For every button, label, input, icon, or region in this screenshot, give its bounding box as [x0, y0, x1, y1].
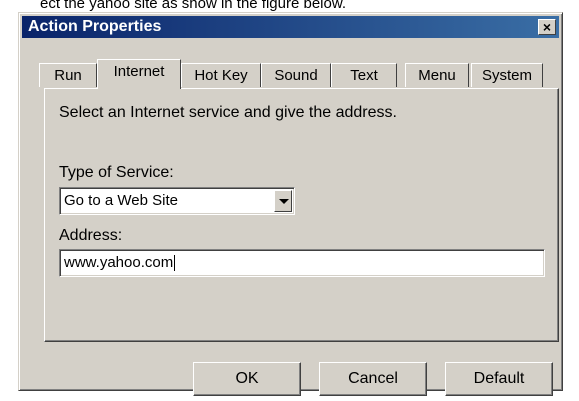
address-value: www.yahoo.com [64, 254, 174, 271]
close-icon[interactable]: × [538, 19, 556, 35]
tab-run[interactable]: Run [39, 63, 97, 87]
tab-sound[interactable]: Sound [261, 63, 331, 87]
tab-system[interactable]: System [471, 63, 543, 87]
default-button[interactable]: Default [445, 362, 553, 396]
ok-button[interactable]: OK [193, 362, 301, 396]
text-caret [174, 255, 176, 272]
service-type-label: Type of Service: [59, 164, 174, 181]
instruction-text: Select an Internet service and give the … [59, 104, 397, 121]
title-bar[interactable]: Action Properties × [22, 16, 559, 38]
service-type-select[interactable]: Go to a Web Site [59, 187, 295, 215]
address-label: Address: [59, 227, 123, 244]
tab-text[interactable]: Text [331, 63, 397, 87]
cancel-button[interactable]: Cancel [319, 362, 427, 396]
tab-menu[interactable]: Menu [405, 63, 469, 87]
action-properties-dialog: Action Properties × Run Internet Hot Key… [18, 12, 563, 396]
internet-tab-panel: Select an Internet service and give the … [44, 88, 559, 342]
tab-internet[interactable]: Internet [97, 59, 181, 89]
window-title: Action Properties [28, 18, 162, 35]
service-type-value: Go to a Web Site [64, 192, 178, 209]
chevron-down-icon[interactable] [274, 190, 292, 212]
tab-hot-key[interactable]: Hot Key [181, 63, 261, 87]
address-input[interactable]: www.yahoo.com [59, 249, 545, 277]
